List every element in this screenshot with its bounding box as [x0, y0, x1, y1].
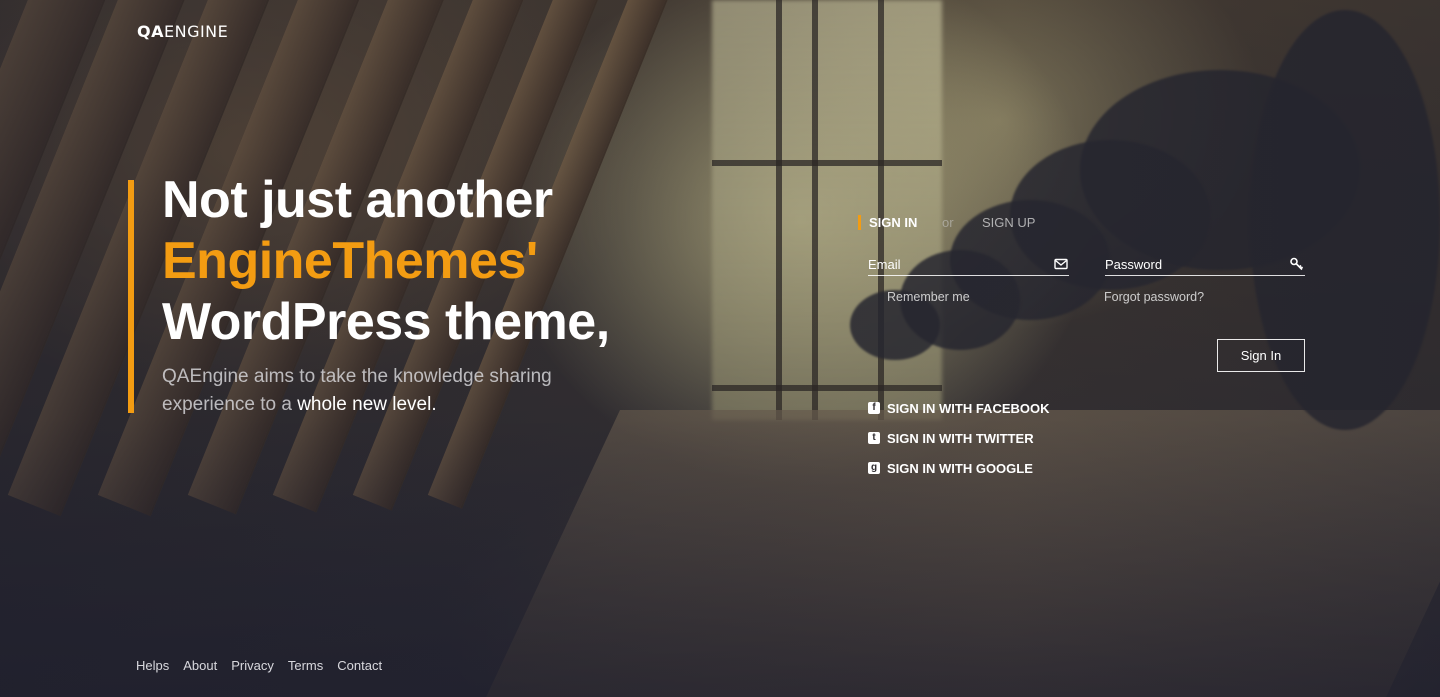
footer-link-terms[interactable]: Terms	[288, 658, 323, 673]
footer-links: Helps About Privacy Terms Contact	[136, 658, 396, 673]
hero-subtitle-highlight: whole new level.	[297, 394, 437, 415]
sign-in-google-label: SIGN IN WITH GOOGLE	[887, 461, 1033, 476]
email-input[interactable]	[868, 255, 1043, 273]
email-field-wrapper	[868, 253, 1069, 276]
footer-link-about[interactable]: About	[183, 658, 217, 673]
forgot-password-link[interactable]: Forgot password?	[1104, 290, 1204, 304]
remember-me-toggle[interactable]: Remember me	[887, 290, 970, 304]
qaengine-logo[interactable]: QAENGINE	[137, 22, 228, 41]
twitter-icon: t	[868, 432, 880, 444]
footer-link-privacy[interactable]: Privacy	[231, 658, 274, 673]
sign-in-facebook-label: SIGN IN WITH FACEBOOK	[887, 401, 1050, 416]
hero-title-line-2: EngineThemes'	[162, 232, 538, 290]
sign-in-twitter-label: SIGN IN WITH TWITTER	[887, 431, 1034, 446]
footer-link-helps[interactable]: Helps	[136, 658, 169, 673]
sign-in-google-button[interactable]: g SIGN IN WITH GOOGLE	[868, 461, 1033, 476]
password-field-wrapper	[1105, 253, 1305, 276]
key-icon	[1290, 257, 1304, 271]
envelope-icon	[1054, 258, 1068, 270]
tab-sign-in[interactable]: SIGN IN	[869, 215, 917, 230]
sign-in-facebook-button[interactable]: f SIGN IN WITH FACEBOOK	[868, 401, 1050, 416]
hero-title: Not just another EngineThemes' WordPress…	[162, 170, 610, 353]
logo-light-text: ENGINE	[163, 22, 229, 41]
sign-in-button[interactable]: Sign In	[1217, 339, 1305, 372]
logo-bold-text: QA	[137, 22, 164, 41]
active-tab-marker	[858, 215, 861, 230]
hero-title-line-1: Not just another	[162, 171, 553, 229]
facebook-icon: f	[868, 402, 880, 414]
hero-subtitle: QAEngine aims to take the knowledge shar…	[162, 363, 602, 419]
login-page: QAENGINE Not just another EngineThemes' …	[0, 0, 1440, 697]
sign-in-twitter-button[interactable]: t SIGN IN WITH TWITTER	[868, 431, 1034, 446]
hero-accent-bar	[128, 180, 134, 413]
tab-separator: or	[942, 215, 954, 230]
hero-title-line-3: WordPress theme,	[162, 293, 610, 351]
footer-link-contact[interactable]: Contact	[337, 658, 382, 673]
google-plus-icon: g	[868, 462, 880, 474]
password-input[interactable]	[1105, 255, 1280, 273]
tab-sign-up[interactable]: SIGN UP	[982, 215, 1035, 230]
